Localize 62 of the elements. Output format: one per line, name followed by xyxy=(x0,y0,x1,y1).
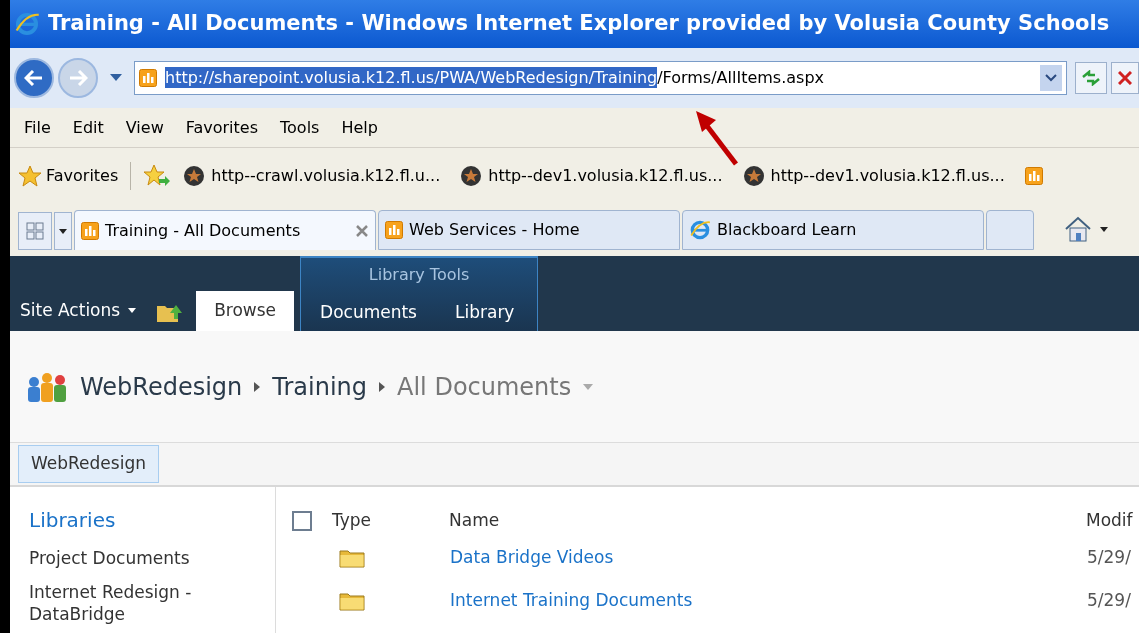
add-favorite-icon[interactable] xyxy=(143,164,172,188)
chevron-icon xyxy=(254,381,261,392)
breadcrumb-item[interactable]: WebRedesign xyxy=(80,368,243,405)
forward-arrow-icon xyxy=(68,70,88,86)
ribbon-tab[interactable]: Browse xyxy=(196,291,295,331)
back-button[interactable] xyxy=(14,58,54,98)
refresh-button[interactable] xyxy=(1075,62,1107,94)
favorite-link[interactable]: http--dev1.volusia.k12.fl.us... xyxy=(742,164,1005,188)
library-link[interactable]: Internet Redesign - DataBridge xyxy=(29,581,229,625)
favorite-link[interactable]: http--dev1.volusia.k12.fl.us... xyxy=(460,164,723,188)
folder-icon xyxy=(339,590,365,611)
modified-cell-text: 5/29/ xyxy=(1087,588,1131,612)
folder-link[interactable]: Internet Training Documents xyxy=(450,587,1087,614)
site-icon xyxy=(385,221,403,239)
tab-list-button[interactable] xyxy=(54,212,72,250)
folder-icon xyxy=(339,547,365,568)
library-link[interactable]: Project Documents xyxy=(29,547,229,569)
site-icon xyxy=(139,69,157,87)
refresh-icon xyxy=(1081,70,1101,86)
folder-link[interactable]: Data Bridge Videos xyxy=(450,544,1087,571)
browser-logo-icon xyxy=(689,219,711,241)
column-header[interactable]: Type xyxy=(332,508,449,534)
menu-item[interactable]: File xyxy=(24,115,51,140)
favorites-button[interactable]: Favorites xyxy=(18,164,119,188)
site-icon xyxy=(1024,167,1043,185)
menu-item[interactable]: Favorites xyxy=(185,115,258,140)
favorite-link[interactable]: http--crawl.volusia.k12.fl.u... xyxy=(183,164,441,188)
select-all-checkbox[interactable] xyxy=(292,511,312,531)
browser-logo-icon xyxy=(14,11,40,37)
group-label: Library Tools xyxy=(367,264,471,286)
menu-item[interactable]: Edit xyxy=(72,115,104,140)
dropdown-caret-icon[interactable] xyxy=(1040,65,1062,91)
caret-icon xyxy=(59,228,67,234)
back-arrow-icon xyxy=(24,70,44,86)
home-icon[interactable] xyxy=(1064,216,1092,242)
browser-tab[interactable]: Blackboard Learn xyxy=(682,210,984,250)
column-header[interactable]: Modif xyxy=(1086,508,1133,534)
close-tab-icon[interactable] xyxy=(355,223,369,238)
browser-tab[interactable]: Training - All Documents xyxy=(74,210,376,250)
chevron-icon xyxy=(379,381,385,392)
nav-tab[interactable]: WebRedesign xyxy=(18,445,159,483)
ribbon-tab[interactable]: Documents xyxy=(301,295,436,331)
site-actions-menu[interactable]: Site Actions xyxy=(20,297,137,323)
stop-button[interactable] xyxy=(1111,62,1139,94)
site-icon xyxy=(81,221,99,240)
menu-item[interactable]: Help xyxy=(341,115,378,140)
column-header[interactable]: Name xyxy=(449,508,1086,534)
breadcrumb-item[interactable]: Training xyxy=(272,368,367,405)
close-icon xyxy=(1118,71,1132,85)
modified-cell-text: 5/29/ xyxy=(1087,545,1131,569)
caret-icon xyxy=(128,307,137,313)
caret-icon[interactable] xyxy=(1100,226,1108,232)
star-icon xyxy=(18,165,42,187)
window-title: Training - All Documents - Windows Internet Explorer provided by Volusia County Schools xyxy=(48,10,1110,38)
menu-item[interactable]: Tools xyxy=(280,115,320,140)
libraries-heading[interactable]: Libraries xyxy=(29,505,275,535)
browser-tab[interactable]: Web Services - Home xyxy=(378,210,680,250)
menu-item[interactable]: View xyxy=(125,115,164,140)
dropdown-caret-icon[interactable] xyxy=(110,74,122,82)
breadcrumb-item: All Documents xyxy=(397,371,572,403)
ribbon-tab[interactable]: Library xyxy=(436,295,534,331)
grid-icon xyxy=(26,222,44,240)
